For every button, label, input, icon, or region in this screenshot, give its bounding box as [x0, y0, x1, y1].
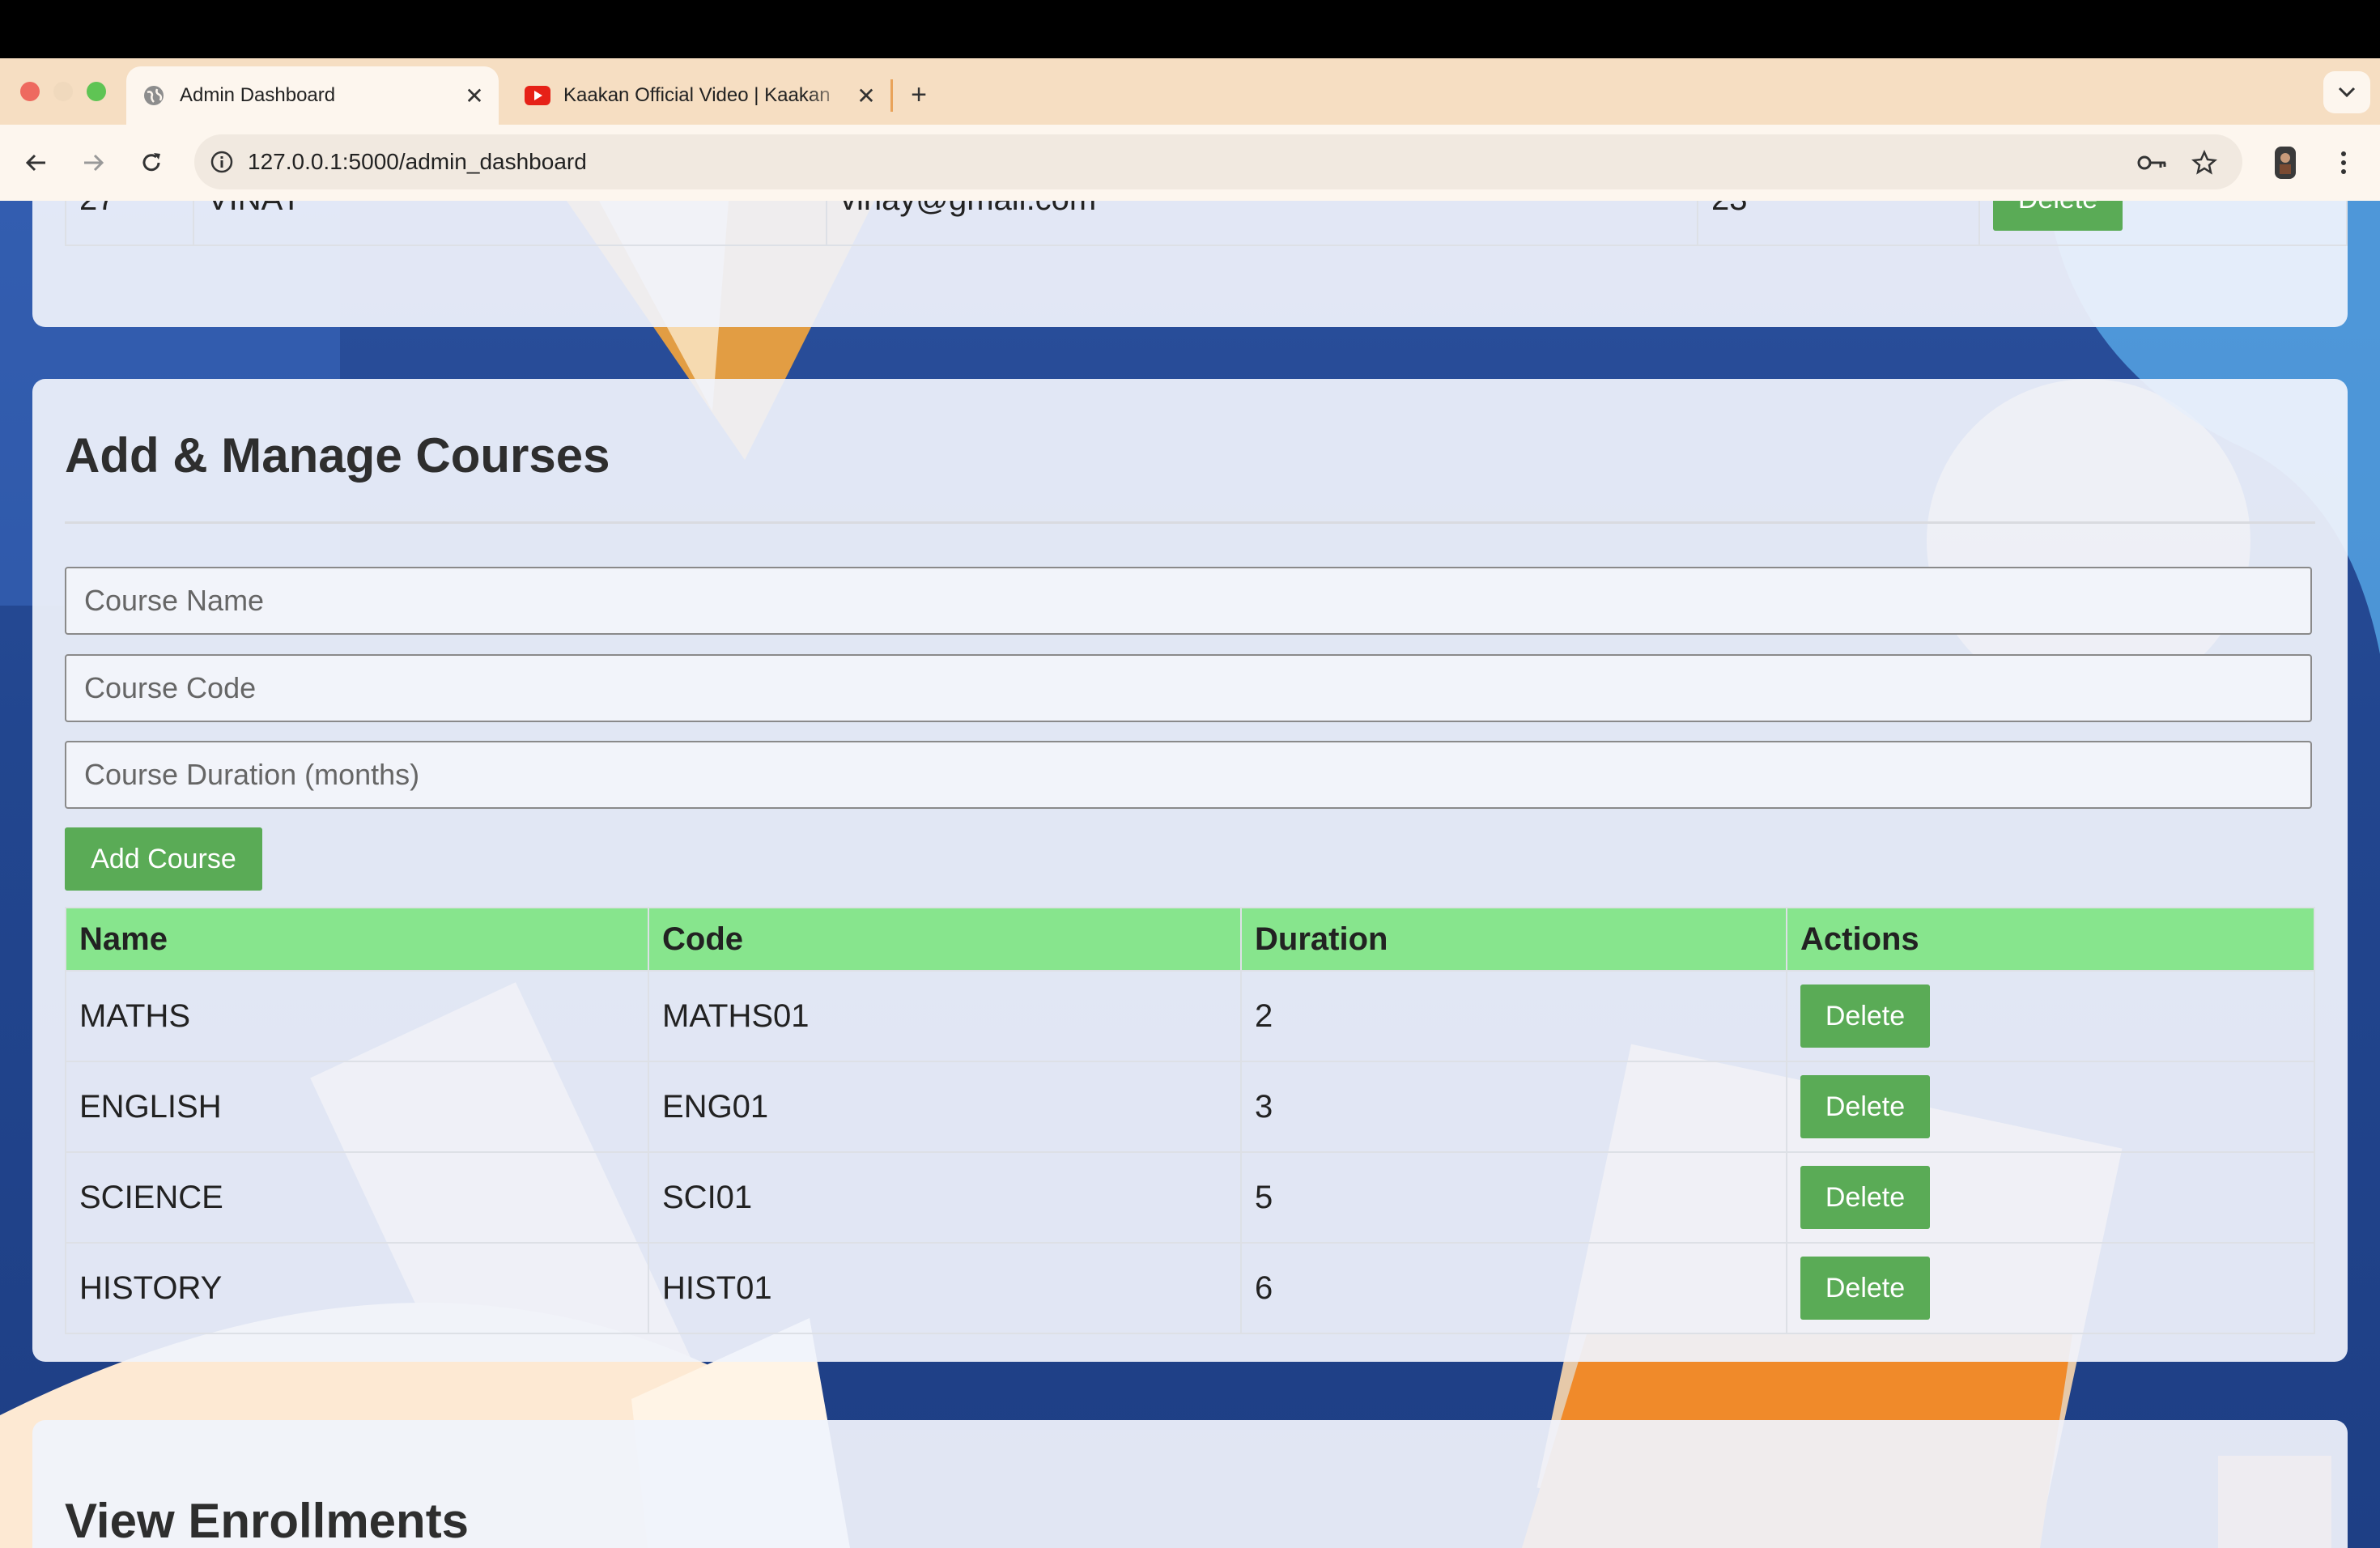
minimize-window-button[interactable] — [53, 82, 73, 101]
course-name-cell: MATHS — [65, 970, 649, 1062]
more-menu-icon[interactable] — [2323, 142, 2364, 183]
course-name-cell: ENGLISH — [65, 1061, 649, 1153]
column-header-name: Name — [65, 907, 649, 972]
courses-card: Add & Manage Courses Add Course Name Cod… — [32, 379, 2348, 1362]
page-viewport: 27 VINAY vinay@gmail.com 23 Delete Add &… — [0, 201, 2380, 1548]
course-duration-cell: 6 — [1240, 1242, 1787, 1334]
course-code-cell: SCI01 — [648, 1151, 1242, 1244]
close-tab-icon[interactable]: ✕ — [850, 83, 882, 109]
delete-course-button[interactable]: Delete — [1800, 1257, 1930, 1320]
enrollments-card: View Enrollments — [32, 1420, 2348, 1548]
course-code-cell: MATHS01 — [648, 970, 1242, 1062]
course-code-input[interactable] — [65, 654, 2312, 722]
address-bar[interactable]: 127.0.0.1:5000/admin_dashboard — [194, 134, 2242, 189]
delete-user-button[interactable]: Delete — [1993, 201, 2123, 231]
course-actions-cell: Delete — [1786, 1151, 2315, 1244]
delete-course-button[interactable]: Delete — [1800, 1075, 1930, 1138]
globe-icon — [141, 83, 167, 108]
column-header-duration: Duration — [1240, 907, 1787, 972]
chevron-down-icon — [2338, 87, 2356, 98]
close-tab-icon[interactable]: ✕ — [458, 83, 491, 109]
course-duration-input[interactable] — [65, 741, 2312, 809]
course-actions-cell: Delete — [1786, 1242, 2315, 1334]
users-card: 27 VINAY vinay@gmail.com 23 Delete — [32, 201, 2348, 327]
user-actions-cell: Delete — [1978, 201, 2348, 246]
youtube-icon — [525, 83, 550, 108]
table-row: SCIENCE SCI01 5 Delete — [65, 1151, 2315, 1244]
delete-course-button[interactable]: Delete — [1800, 1166, 1930, 1229]
tab-admin-dashboard[interactable]: Admin Dashboard ✕ — [126, 66, 499, 125]
tab-search-button[interactable] — [2323, 71, 2370, 113]
course-actions-cell: Delete — [1786, 970, 2315, 1062]
user-age-cell: 23 — [1697, 201, 1980, 246]
forward-arrow-icon[interactable] — [73, 142, 113, 183]
user-email-cell: vinay@gmail.com — [826, 201, 1698, 246]
table-row: 27 VINAY vinay@gmail.com 23 Delete — [65, 201, 2348, 246]
table-row: MATHS MATHS01 2 Delete — [65, 970, 2315, 1062]
users-table: 27 VINAY vinay@gmail.com 23 Delete — [65, 201, 2348, 246]
maximize-window-button[interactable] — [87, 82, 106, 101]
course-name-cell: SCIENCE — [65, 1151, 649, 1244]
profile-avatar[interactable] — [2265, 142, 2306, 183]
os-top-bar — [0, 0, 2380, 58]
back-arrow-icon[interactable] — [16, 142, 57, 183]
user-id-cell: 27 — [65, 201, 194, 246]
table-header-row: Name Code Duration Actions — [65, 907, 2315, 972]
tab-divider — [890, 79, 893, 112]
user-name-cell: VINAY — [193, 201, 827, 246]
column-header-actions: Actions — [1786, 907, 2315, 972]
column-header-code: Code — [648, 907, 1242, 972]
course-duration-cell: 5 — [1240, 1151, 1787, 1244]
course-duration-cell: 2 — [1240, 970, 1787, 1062]
course-code-cell: ENG01 — [648, 1061, 1242, 1153]
course-actions-cell: Delete — [1786, 1061, 2315, 1153]
close-window-button[interactable] — [20, 82, 40, 101]
course-name-cell: HISTORY — [65, 1242, 649, 1334]
courses-table: Name Code Duration Actions MATHS MATHS01… — [65, 907, 2315, 1334]
course-code-cell: HIST01 — [648, 1242, 1242, 1334]
table-row: HISTORY HIST01 6 Delete — [65, 1242, 2315, 1334]
tab-title: Kaakan Official Video | Kaakan — [563, 84, 831, 106]
courses-section-title: Add & Manage Courses — [65, 428, 610, 483]
password-key-icon[interactable] — [2132, 142, 2173, 183]
course-name-input[interactable] — [65, 567, 2312, 635]
tab-kaakan-video[interactable]: Kaakan Official Video | Kaakan ✕ — [510, 66, 890, 125]
bookmark-star-icon[interactable] — [2184, 142, 2225, 183]
new-tab-icon[interactable]: + — [899, 74, 939, 115]
site-info-icon[interactable] — [206, 146, 238, 178]
table-row: ENGLISH ENG01 3 Delete — [65, 1061, 2315, 1153]
url-text: 127.0.0.1:5000/admin_dashboard — [248, 149, 587, 174]
reload-icon[interactable] — [131, 142, 172, 183]
tab-title: Admin Dashboard — [180, 84, 336, 106]
course-duration-cell: 3 — [1240, 1061, 1787, 1153]
section-divider — [65, 521, 2315, 524]
add-course-button[interactable]: Add Course — [65, 827, 262, 891]
enrollments-section-title: View Enrollments — [65, 1494, 470, 1548]
delete-course-button[interactable]: Delete — [1800, 985, 1930, 1048]
